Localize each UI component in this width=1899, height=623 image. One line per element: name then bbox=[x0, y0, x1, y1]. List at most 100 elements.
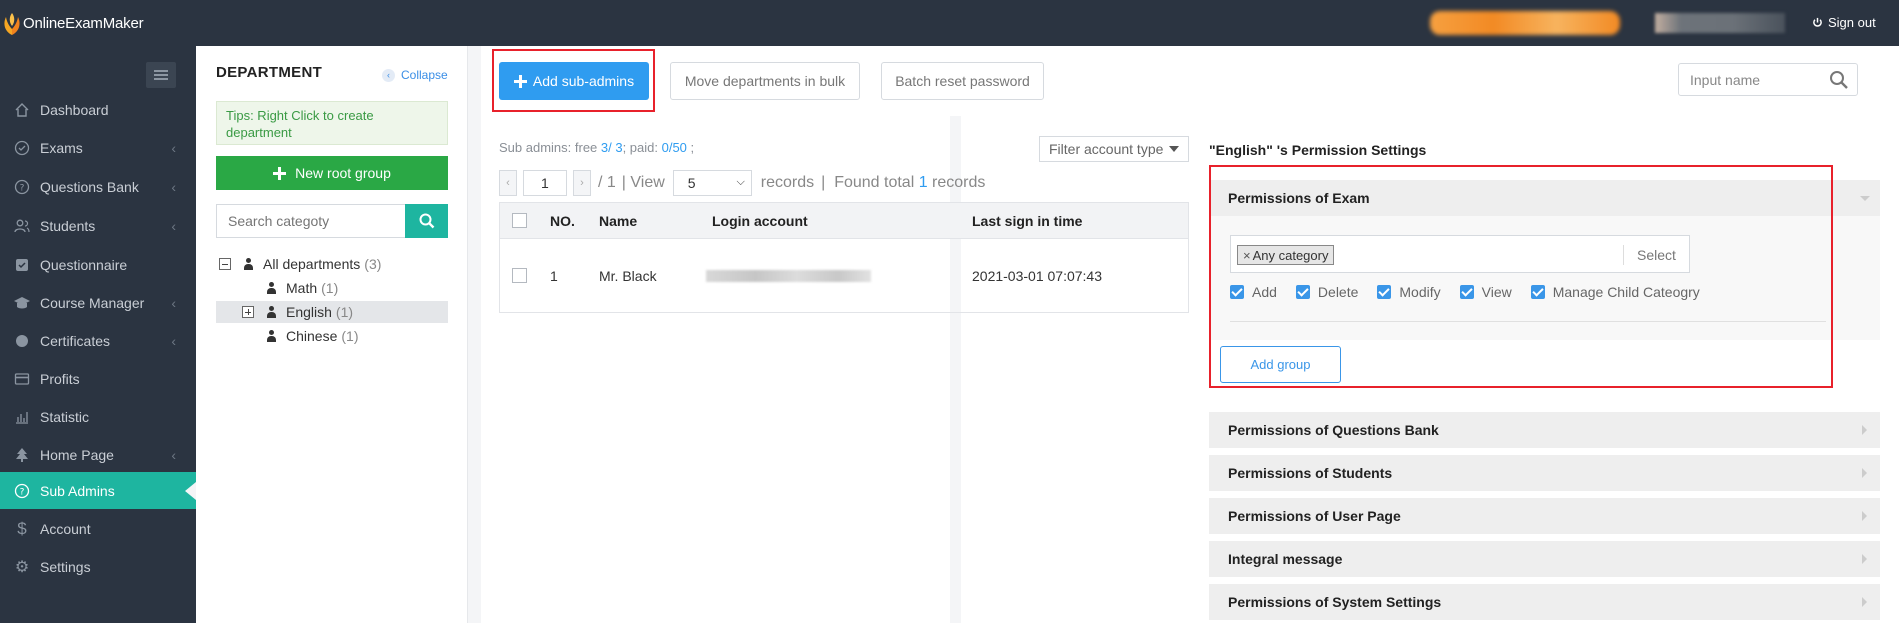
sidebar-item-statistic[interactable]: Statistic bbox=[0, 398, 196, 435]
sidebar-item-label: Course Manager bbox=[40, 294, 145, 311]
sidebar-item-label: Profits bbox=[40, 370, 80, 387]
sidebar-item-course-manager[interactable]: Course Manager ‹ bbox=[0, 284, 196, 321]
found-total-label: | Found total bbox=[821, 174, 919, 191]
students-permission-header[interactable]: Permissions of Students bbox=[1209, 455, 1880, 491]
caret-right-icon bbox=[1862, 511, 1867, 521]
batch-reset-password-button[interactable]: Batch reset password bbox=[881, 62, 1044, 100]
chevron-left-icon: ‹ bbox=[171, 332, 176, 349]
new-root-group-button[interactable]: New root group bbox=[216, 156, 448, 190]
main-content: Sub admins: free 3/ 3; paid: 0/50 ; Filt… bbox=[481, 116, 1899, 623]
blurred-account-badge bbox=[1430, 11, 1620, 35]
records-label: records bbox=[760, 174, 815, 191]
chevron-down-icon: ⌵ bbox=[736, 176, 745, 188]
check-circle-icon bbox=[12, 138, 32, 158]
gear-icon: ⚙ bbox=[14, 558, 30, 576]
svg-text:?: ? bbox=[20, 487, 25, 497]
sub-admins-table: NO. Name Login account Last sign in time… bbox=[499, 202, 1189, 313]
input-name-placeholder: Input name bbox=[1690, 71, 1761, 88]
user-page-permission-header[interactable]: Permissions of User Page bbox=[1209, 498, 1880, 534]
collapse-link[interactable]: ‹ Collapse bbox=[382, 68, 448, 82]
next-page-button[interactable]: › bbox=[573, 170, 591, 196]
page-size-select[interactable]: 5 ⌵ bbox=[672, 170, 752, 196]
department-panel: DEPARTMENT ‹ Collapse Tips: Right Click … bbox=[196, 46, 468, 623]
filter-account-type-dropdown[interactable]: Filter account type bbox=[1039, 136, 1189, 162]
column-header-login: Login account bbox=[712, 212, 808, 229]
sidebar-item-label: Certificates bbox=[40, 332, 111, 349]
menu-toggle-button[interactable] bbox=[146, 62, 176, 88]
prev-page-button[interactable]: ‹ bbox=[499, 170, 517, 196]
tips-box: Tips: Right Click to create department bbox=[216, 101, 448, 145]
paid-count: 0/50 bbox=[661, 140, 687, 155]
summary-text: Sub admins: free bbox=[499, 140, 601, 155]
integral-message-header[interactable]: Integral message bbox=[1209, 541, 1880, 577]
search-category-input[interactable] bbox=[216, 204, 406, 238]
input-name-field[interactable]: Input name bbox=[1678, 63, 1858, 96]
tree-node-count: (3) bbox=[364, 256, 382, 272]
table-row[interactable]: 1 Mr. Black 2021-03-01 07:07:43 bbox=[500, 238, 1188, 312]
checkbox-icon bbox=[12, 255, 32, 275]
sign-out-link[interactable]: Sign out bbox=[1812, 15, 1876, 30]
expand-node-icon[interactable] bbox=[242, 306, 254, 318]
caret-down-icon bbox=[1860, 196, 1870, 201]
sidebar-item-label: Home Page bbox=[40, 446, 114, 463]
sidebar-item-profits[interactable]: Profits bbox=[0, 360, 196, 397]
tree-node-label: All departments bbox=[263, 256, 361, 272]
free-count: 3/ 3 bbox=[600, 140, 623, 155]
move-departments-button[interactable]: Move departments in bulk bbox=[670, 62, 860, 100]
tree-node-all-departments[interactable]: All departments (3) bbox=[216, 253, 448, 275]
row-no: 1 bbox=[550, 267, 558, 284]
department-title: DEPARTMENT bbox=[216, 64, 323, 81]
page-number-input[interactable]: 1 bbox=[523, 170, 567, 196]
tree-node-chinese[interactable]: Chinese (1) bbox=[216, 325, 448, 347]
section-label: Integral message bbox=[1228, 551, 1343, 567]
found-records-label: records bbox=[927, 174, 986, 191]
sidebar-item-label: Questions Bank bbox=[40, 178, 139, 195]
collapse-node-icon[interactable] bbox=[219, 258, 231, 270]
caret-down-icon bbox=[1169, 146, 1179, 152]
row-last-sign-in: 2021-03-01 07:07:43 bbox=[972, 267, 1102, 284]
tree-node-label: Chinese bbox=[286, 328, 338, 344]
question-circle-icon: ? bbox=[12, 177, 32, 197]
caret-right-icon bbox=[1862, 597, 1867, 607]
sidebar-item-settings[interactable]: ⚙ Settings bbox=[0, 548, 196, 585]
tree-node-count: (1) bbox=[341, 328, 359, 344]
search-category-button[interactable] bbox=[405, 204, 448, 238]
sidebar: Dashboard Exams ‹ ? Questions Bank ‹ Stu… bbox=[0, 46, 196, 623]
summary-text: ; bbox=[686, 140, 695, 155]
tree-node-english[interactable]: English (1) bbox=[216, 301, 448, 323]
person-icon bbox=[267, 330, 276, 342]
tree-node-label: English bbox=[286, 304, 332, 320]
column-header-last-sign-in: Last sign in time bbox=[972, 212, 1083, 229]
select-all-checkbox[interactable] bbox=[512, 213, 527, 228]
sidebar-item-account[interactable]: $ Account bbox=[0, 510, 196, 547]
sidebar-item-label: Statistic bbox=[40, 408, 90, 425]
tree-node-count: (1) bbox=[335, 304, 354, 320]
person-icon bbox=[267, 282, 276, 294]
chevron-left-icon: ‹ bbox=[171, 178, 176, 195]
search-icon bbox=[419, 213, 434, 229]
blurred-user-avatar[interactable] bbox=[1655, 13, 1785, 33]
logo[interactable]: OnlineExamMaker bbox=[0, 0, 144, 46]
search-icon[interactable] bbox=[1829, 70, 1849, 90]
sidebar-item-sub-admins[interactable]: ? Sub Admins bbox=[0, 472, 196, 509]
column-header-name: Name bbox=[599, 212, 638, 229]
row-checkbox[interactable] bbox=[512, 268, 527, 283]
sidebar-item-students[interactable]: Students ‹ bbox=[0, 207, 196, 244]
sidebar-item-questionnaire[interactable]: Questionnaire bbox=[0, 246, 196, 283]
sidebar-item-label: Questionnaire bbox=[40, 256, 128, 273]
chevron-left-icon: ‹ bbox=[171, 294, 176, 311]
chevron-left-icon: ‹ bbox=[171, 446, 176, 463]
tree-node-math[interactable]: Math (1) bbox=[216, 277, 448, 299]
row-name: Mr. Black bbox=[599, 267, 657, 284]
sidebar-item-questions-bank[interactable]: ? Questions Bank ‹ bbox=[0, 168, 196, 205]
questions-bank-permission-header[interactable]: Permissions of Questions Bank bbox=[1209, 412, 1880, 448]
sidebar-item-certificates[interactable]: Certificates ‹ bbox=[0, 322, 196, 359]
system-settings-permission-header[interactable]: Permissions of System Settings bbox=[1209, 584, 1880, 620]
chevron-left-icon: ‹ bbox=[171, 217, 176, 234]
sidebar-item-home-page[interactable]: Home Page ‹ bbox=[0, 436, 196, 473]
sidebar-item-dashboard[interactable]: Dashboard bbox=[0, 91, 196, 128]
sub-admins-summary: Sub admins: free 3/ 3; paid: 0/50 ; bbox=[499, 140, 694, 155]
sidebar-item-exams[interactable]: Exams ‹ bbox=[0, 129, 196, 166]
person-icon bbox=[267, 306, 276, 318]
toolbar: Add sub-admins Move departments in bulk … bbox=[481, 46, 1899, 116]
